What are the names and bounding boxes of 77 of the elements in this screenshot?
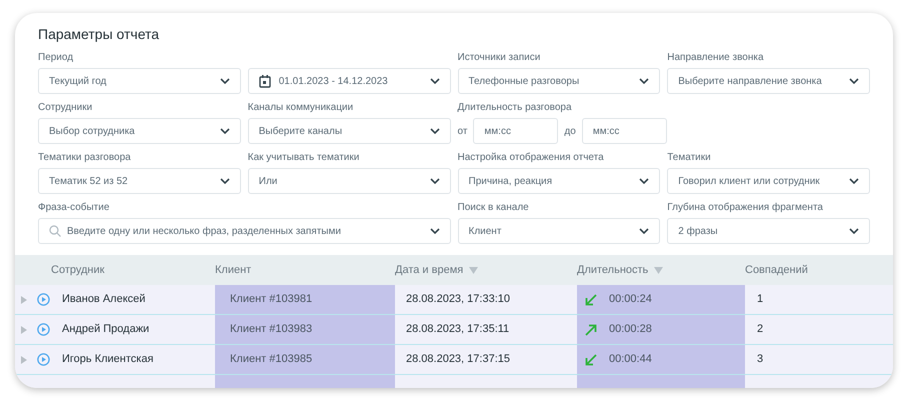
select-field[interactable]: Клиент [458,218,660,244]
card-title: Параметры отчета [38,25,160,43]
duration-text: 00:00:28 [609,322,652,338]
chevron-down-icon [220,178,230,184]
select-field[interactable]: Тематик 52 из 52 [38,168,241,194]
field-label: Настройка отображения отчета [458,151,605,164]
table-cell-text: 28.08.2023, 17:35:11 [405,322,510,338]
chevron-down-icon [430,228,440,234]
column-header[interactable]: Сотрудник [51,262,104,278]
employee-name: Иванов Алексей [62,292,146,308]
arrow-up-right-icon [585,324,597,336]
chevron-down-icon [430,78,440,84]
table-cell: Клиент #103985 [215,345,395,374]
expand-icon[interactable] [21,356,27,364]
chevron-down-icon [430,128,440,134]
select-field[interactable]: Причина, реакция [458,168,660,194]
field-label: Поиск в канале [458,201,530,214]
play-icon[interactable] [37,293,50,306]
field-label: Как учитывать тематики [248,151,360,164]
select-field[interactable]: Выберите каналы [248,118,450,144]
chevron-down-icon [849,178,859,184]
chevron-down-icon [220,128,230,134]
select-field[interactable]: Телефонные разговоры [458,68,660,94]
employee-name: Андрей Продажи [62,322,150,338]
select-field[interactable]: Выбор сотрудника [38,118,241,144]
sort-down-icon [469,266,478,274]
arrow-down-left-icon [585,294,597,306]
chevron-down-icon [220,78,230,84]
field-label: Сотрудники [38,101,94,114]
duration-from-field[interactable]: мм:сс [473,118,558,144]
field-label: Длительность разговора [458,101,573,114]
field-label: Источники записи [458,51,542,64]
table-cell: Клиент #103981 [215,285,395,314]
field-label: Фраза-событие [38,201,110,214]
range-label: до [564,124,576,138]
select-field[interactable]: Говорил клиент или сотрудник [667,168,870,194]
duration-to-field[interactable]: мм:сс [582,118,667,144]
date-range-field[interactable]: 01.01.2023 - 14.12.2023 [248,68,450,94]
column-header[interactable]: Длительность [577,262,648,278]
chevron-down-icon [430,178,440,184]
table-cell-text: 28.08.2023, 17:37:15 [405,352,511,368]
field-label: Период [38,51,74,64]
expand-icon[interactable] [21,326,27,334]
field-label: Тематики [667,151,712,164]
field-label: Каналы коммуникации [248,101,354,114]
table-cell-text: 3 [756,352,764,368]
select-field[interactable]: 2 фразы [667,218,870,244]
select-field[interactable]: Текущий год [38,68,241,94]
select-field[interactable]: Или [248,168,450,194]
search-field[interactable]: Введите одну или несколько фраз, разделенных запятыми [38,218,450,244]
table-cell-text: 2 [756,322,764,338]
search-icon [49,225,61,237]
play-icon[interactable] [37,323,50,336]
field-label: Глубина отображения фрагмента [667,201,824,214]
expand-icon[interactable] [21,296,27,304]
chevron-down-icon [849,78,859,84]
chevron-down-icon [639,178,650,184]
arrow-down-left-icon [585,354,597,366]
field-label: Тематики разговора [38,151,132,164]
play-icon[interactable] [37,353,50,366]
table-cell: Клиент #103983 [215,315,395,344]
table-cell-text: 1 [756,292,764,308]
field-label: Направление звонка [667,51,765,64]
select-field[interactable]: Выберите направление звонка [667,68,870,94]
sort-down-icon [654,266,664,274]
duration-text: 00:00:44 [609,352,652,368]
chevron-down-icon [849,228,859,234]
range-label: от [458,124,468,138]
calendar-icon [258,74,271,88]
column-header[interactable]: Клиент [215,262,252,278]
column-header[interactable]: Совпадений [745,262,808,278]
duration-text: 00:00:24 [609,292,652,308]
column-header[interactable]: Дата и время [395,262,464,278]
table-cell-text: 28.08.2023, 17:33:10 [405,292,511,308]
chevron-down-icon [639,228,650,234]
chevron-down-icon [639,78,650,84]
employee-name: Игорь Клиентская [62,352,154,368]
